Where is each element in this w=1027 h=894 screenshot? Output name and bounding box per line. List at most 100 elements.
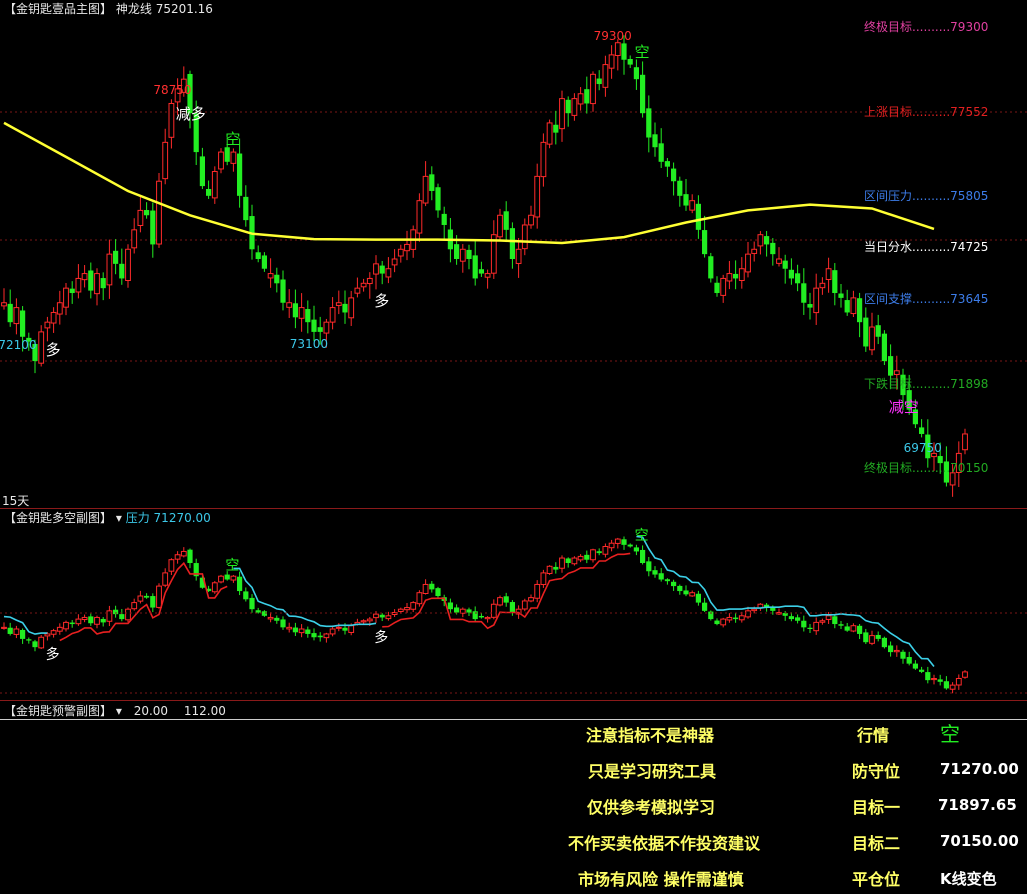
sub-chart-svg[interactable] bbox=[0, 510, 1027, 700]
candle-body bbox=[323, 633, 330, 639]
warn-chart-header: 【金钥匙预警副图】 ▾ 20.00 112.00 bbox=[4, 704, 226, 718]
candle-body bbox=[646, 561, 652, 572]
candle-body bbox=[385, 615, 392, 620]
candle-body bbox=[671, 581, 677, 587]
candle-body bbox=[274, 274, 280, 284]
main-panel-name[interactable]: 【金钥匙壹品主图】 bbox=[4, 2, 112, 16]
candle-body bbox=[962, 671, 968, 678]
level-dots: .......... bbox=[912, 292, 951, 306]
candle-body bbox=[94, 273, 100, 295]
candle-body bbox=[497, 597, 503, 606]
level-dots: .......... bbox=[912, 189, 951, 203]
candle-body bbox=[218, 575, 224, 583]
candle-body bbox=[150, 210, 156, 245]
candle-body bbox=[137, 595, 144, 602]
candle-body bbox=[770, 242, 776, 255]
price-mark: 72100 bbox=[0, 338, 37, 353]
candle-body bbox=[825, 268, 832, 280]
candle-body bbox=[534, 583, 541, 599]
candle-body bbox=[695, 593, 701, 603]
candle-body bbox=[366, 277, 373, 285]
candle-body bbox=[788, 616, 794, 620]
candle-body bbox=[509, 228, 515, 259]
level-label: 终极目标..........70150 bbox=[864, 459, 988, 476]
candle-body bbox=[168, 559, 175, 572]
candle-body bbox=[521, 224, 528, 250]
candle-body bbox=[943, 681, 949, 689]
pane-divider[interactable] bbox=[0, 508, 1027, 509]
candle-body bbox=[571, 98, 578, 116]
signal-label: 空 bbox=[225, 557, 240, 574]
warn-baseline bbox=[0, 719, 1027, 720]
candle-body bbox=[168, 102, 175, 138]
candle-body bbox=[733, 273, 739, 279]
candle-body bbox=[702, 602, 708, 611]
candle-body bbox=[850, 297, 857, 315]
candle-body bbox=[243, 196, 249, 221]
candle-body bbox=[119, 263, 125, 279]
candle-body bbox=[211, 171, 218, 199]
candle-body bbox=[838, 293, 844, 298]
candle-body bbox=[88, 616, 94, 624]
warn-value-1: 20.00 bbox=[133, 704, 169, 718]
candle-body bbox=[683, 590, 689, 595]
candle-body bbox=[590, 549, 596, 561]
level-value: 74725 bbox=[950, 240, 989, 254]
sub-dropdown-icon[interactable]: ▾ bbox=[116, 511, 122, 525]
candle-body bbox=[621, 539, 627, 545]
warn-dropdown-icon[interactable]: ▾ bbox=[116, 704, 122, 718]
candle-body bbox=[553, 124, 559, 133]
candle-body bbox=[119, 614, 125, 620]
level-label: 上涨目标..........77552 bbox=[864, 103, 988, 120]
candle-body bbox=[410, 602, 417, 610]
candle-body bbox=[429, 174, 435, 191]
candle-body bbox=[81, 273, 88, 281]
candle-body bbox=[261, 611, 267, 616]
candle-body bbox=[429, 583, 435, 590]
sub-chart-pane[interactable]: 【金钥匙多空副图】 ▾ 压力 71270.00 多 空多 空 bbox=[0, 510, 1027, 700]
candle-body bbox=[305, 309, 311, 323]
candle-body bbox=[671, 168, 677, 182]
candle-body bbox=[56, 626, 63, 632]
candle-body bbox=[422, 583, 429, 594]
candle-body bbox=[94, 616, 100, 625]
candle-body bbox=[180, 550, 187, 557]
warn-panel-name[interactable]: 【金钥匙预警副图】 bbox=[4, 704, 112, 718]
signal-label: 多 bbox=[45, 646, 60, 663]
candle-body bbox=[658, 143, 664, 162]
level-dots: .......... bbox=[912, 377, 951, 391]
candle-body bbox=[584, 89, 590, 104]
candle-body bbox=[832, 270, 838, 294]
candle-body bbox=[100, 278, 106, 289]
warning-pane[interactable]: 【金钥匙预警副图】 ▾ 20.00 112.00 注意指标不是神器 只是学习研究… bbox=[0, 702, 1027, 894]
candle-body bbox=[162, 572, 169, 586]
candle-body bbox=[788, 269, 794, 279]
candle-body bbox=[528, 214, 534, 226]
candle-body bbox=[38, 636, 45, 649]
signal-label: 减空 bbox=[888, 397, 919, 416]
candle-body bbox=[131, 602, 138, 610]
note-line: 注意指标不是神器 bbox=[586, 726, 715, 745]
candle-body bbox=[7, 303, 13, 323]
main-indicator-name: 神龙线 bbox=[115, 2, 152, 16]
candle-body bbox=[397, 608, 404, 612]
candle-body bbox=[7, 627, 13, 634]
candle-body bbox=[540, 141, 547, 178]
candle-body bbox=[708, 256, 714, 279]
candle-body bbox=[292, 627, 298, 633]
candle-body bbox=[391, 258, 398, 266]
pane-divider[interactable] bbox=[0, 700, 1027, 701]
candle-body bbox=[360, 282, 367, 288]
candle-body bbox=[614, 42, 621, 57]
candle-body bbox=[267, 273, 274, 279]
candle-body bbox=[546, 122, 553, 145]
candle-body bbox=[342, 627, 348, 631]
sub-panel-name[interactable]: 【金钥匙多空副图】 bbox=[4, 511, 112, 525]
candle-body bbox=[733, 617, 739, 620]
candle-body bbox=[335, 302, 342, 306]
candle-body bbox=[422, 175, 429, 204]
level-name: 上涨目标 bbox=[864, 105, 913, 119]
candle-body bbox=[640, 549, 646, 563]
candle-body bbox=[373, 263, 379, 275]
main-chart-pane[interactable]: 【金钥匙壹品主图】 神龙线 75201.16 15天 终极目标.........… bbox=[0, 0, 1027, 508]
